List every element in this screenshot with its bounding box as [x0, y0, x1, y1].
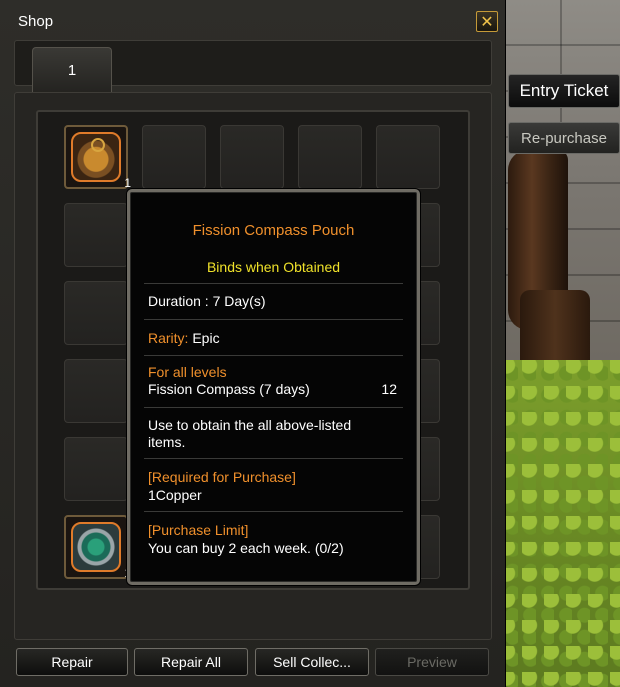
close-x-icon: ✕: [480, 11, 494, 31]
item-tooltip: Fission Compass Pouch Binds when Obtaine…: [127, 189, 420, 585]
limit-value: You can buy 2 each week. (0/2): [148, 540, 344, 556]
item-description: Use to obtain the all above-listed items…: [148, 417, 352, 450]
bind-status: Binds when Obtained: [206, 259, 341, 275]
item-slot[interactable]: 1: [64, 515, 131, 580]
tooltip-divider: [144, 319, 403, 320]
sell-collectibles-button[interactable]: Sell Collec...: [255, 648, 369, 676]
content-item-name: Fission Compass (7 days): [148, 381, 310, 397]
levels-label: For all levels: [148, 364, 227, 380]
repair-all-button[interactable]: Repair All: [134, 648, 248, 676]
item-slot[interactable]: [64, 203, 128, 267]
tooltip-divider: [144, 407, 403, 408]
item-slot[interactable]: [64, 359, 128, 423]
compass-icon: [71, 522, 121, 572]
grass-ground: [500, 360, 620, 687]
repurchase-button[interactable]: Re-purchase: [508, 122, 620, 154]
content-item-quantity: 12: [381, 381, 397, 397]
tab-1[interactable]: 1: [32, 47, 112, 93]
repair-button[interactable]: Repair: [16, 648, 128, 676]
required-value: 1Copper: [148, 487, 202, 503]
item-slot[interactable]: [220, 125, 284, 189]
item-slot[interactable]: [64, 437, 128, 501]
tooltip-divider: [144, 458, 403, 459]
tooltip-divider: [144, 511, 403, 512]
entry-ticket-button[interactable]: Entry Ticket: [508, 74, 620, 108]
window-title: Shop: [18, 13, 54, 30]
item-slot[interactable]: [142, 125, 206, 189]
pouch-icon: [71, 132, 121, 182]
item-duration: Duration : 7 Day(s): [148, 293, 266, 309]
item-name: Fission Compass Pouch: [192, 222, 355, 239]
preview-button[interactable]: Preview: [375, 648, 489, 676]
item-slot[interactable]: [64, 281, 128, 345]
limit-label: [Purchase Limit]: [148, 522, 249, 538]
required-label: [Required for Purchase]: [148, 469, 296, 485]
tooltip-divider: [144, 283, 403, 284]
rarity-label: Rarity:: [148, 330, 189, 346]
rarity-value: Epic: [188, 330, 220, 346]
item-rarity: Rarity: Epic: [148, 330, 220, 346]
close-button[interactable]: ✕: [476, 11, 498, 32]
tooltip-divider: [144, 355, 403, 356]
item-slot[interactable]: [376, 125, 440, 189]
item-slot[interactable]: 1: [64, 125, 131, 190]
item-slot[interactable]: [298, 125, 362, 189]
item-quantity: 1: [124, 176, 131, 190]
